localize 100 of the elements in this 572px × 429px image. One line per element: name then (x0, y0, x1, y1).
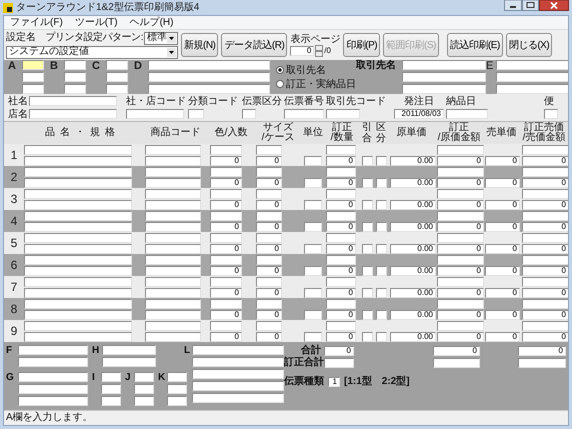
text-field[interactable] (18, 345, 88, 355)
text-field[interactable] (24, 288, 132, 298)
text-field[interactable]: 0 (326, 156, 356, 166)
text-field[interactable]: 0 (210, 178, 242, 188)
text-field[interactable]: 0 (522, 244, 568, 254)
text-field[interactable] (304, 200, 322, 210)
text-field[interactable]: 0 (485, 288, 520, 298)
text-field[interactable] (106, 84, 128, 94)
text-field[interactable] (362, 266, 373, 276)
text-field[interactable] (256, 276, 282, 286)
toolbar-button[interactable]: 読込印刷(E) (446, 33, 503, 57)
text-field[interactable] (376, 200, 387, 210)
text-field[interactable]: 1 (328, 376, 340, 386)
text-field[interactable] (376, 332, 387, 342)
text-field[interactable]: 0 (210, 200, 242, 210)
text-field[interactable]: 0 (522, 266, 568, 276)
text-field[interactable] (145, 144, 201, 154)
text-field[interactable]: 0 (326, 244, 356, 254)
text-field[interactable] (167, 396, 187, 406)
text-field[interactable] (437, 298, 484, 308)
text-field[interactable] (24, 156, 132, 166)
text-field[interactable] (376, 244, 387, 254)
text-field[interactable]: 0 (326, 332, 356, 342)
text-field[interactable]: 0.00 (390, 178, 436, 188)
text-field[interactable] (362, 178, 373, 188)
text-field[interactable] (64, 60, 86, 70)
text-field[interactable]: 0 (256, 200, 282, 210)
dropdown[interactable]: 標準 (144, 32, 178, 44)
text-field[interactable] (24, 298, 132, 308)
text-field[interactable] (362, 222, 373, 232)
text-field[interactable] (496, 60, 568, 70)
text-field[interactable]: 0.00 (390, 310, 436, 320)
text-field[interactable] (326, 210, 356, 220)
text-field[interactable] (242, 109, 256, 119)
text-field[interactable]: 0 (256, 178, 282, 188)
text-field[interactable] (24, 178, 132, 188)
text-field[interactable] (326, 276, 356, 286)
text-field[interactable]: 0 (485, 244, 520, 254)
text-field[interactable] (522, 320, 568, 330)
text-field[interactable]: 0 (522, 310, 568, 320)
text-field[interactable]: 0 (326, 222, 356, 232)
text-field[interactable]: 0 (256, 288, 282, 298)
radio-icon[interactable] (276, 66, 284, 74)
text-field[interactable] (192, 345, 284, 355)
text-field[interactable]: 0 (437, 178, 484, 188)
text-field[interactable] (522, 298, 568, 308)
text-field[interactable] (24, 332, 132, 342)
text-field[interactable] (326, 254, 356, 264)
text-field[interactable] (210, 232, 242, 242)
text-field[interactable] (126, 109, 184, 119)
text-field[interactable] (362, 200, 373, 210)
text-field[interactable]: 0 (437, 156, 484, 166)
text-field[interactable] (24, 254, 132, 264)
text-field[interactable] (256, 166, 282, 176)
text-field[interactable] (402, 60, 486, 70)
text-field[interactable] (145, 178, 201, 188)
text-field[interactable] (24, 276, 132, 286)
dropdown[interactable]: システムの設定値 (6, 46, 178, 58)
text-field[interactable] (437, 210, 484, 220)
text-field[interactable]: 0.00 (390, 200, 436, 210)
text-field[interactable] (145, 320, 201, 330)
menu-item[interactable]: ツール(T) (74, 16, 118, 28)
text-field[interactable]: 0 (326, 310, 356, 320)
text-field[interactable] (24, 200, 132, 210)
text-field[interactable] (145, 254, 201, 264)
radio-option[interactable]: 取引先名 (276, 64, 356, 76)
text-field[interactable]: 0 (256, 310, 282, 320)
text-field[interactable] (304, 222, 322, 232)
toolbar-button[interactable]: 新規(N) (181, 33, 218, 57)
text-field[interactable] (326, 188, 356, 198)
text-field[interactable]: 0 (485, 178, 520, 188)
radio-icon[interactable] (276, 80, 284, 88)
text-field[interactable] (192, 381, 284, 391)
page-field[interactable]: 0 (290, 46, 314, 56)
text-field[interactable]: 0.00 (390, 222, 436, 232)
text-field[interactable] (148, 84, 270, 94)
text-field[interactable] (145, 200, 201, 210)
text-field[interactable]: 0 (522, 200, 568, 210)
text-field[interactable] (101, 372, 121, 382)
text-field[interactable] (326, 298, 356, 308)
text-field[interactable]: 0 (485, 200, 520, 210)
text-field[interactable] (544, 109, 558, 119)
text-field[interactable] (29, 109, 117, 119)
text-field[interactable] (437, 232, 484, 242)
text-field[interactable] (376, 288, 387, 298)
text-field[interactable] (256, 254, 282, 264)
text-field[interactable] (326, 109, 360, 119)
text-field[interactable] (22, 84, 44, 94)
text-field[interactable] (522, 254, 568, 264)
text-field[interactable] (522, 210, 568, 220)
text-field[interactable] (362, 310, 373, 320)
text-field[interactable] (145, 288, 201, 298)
text-field[interactable] (210, 254, 242, 264)
text-field[interactable] (210, 166, 242, 176)
text-field[interactable] (145, 210, 201, 220)
text-field[interactable] (101, 396, 121, 406)
text-field[interactable] (326, 320, 356, 330)
text-field[interactable]: 0 (256, 156, 282, 166)
text-field[interactable] (437, 320, 484, 330)
text-field[interactable] (376, 178, 387, 188)
